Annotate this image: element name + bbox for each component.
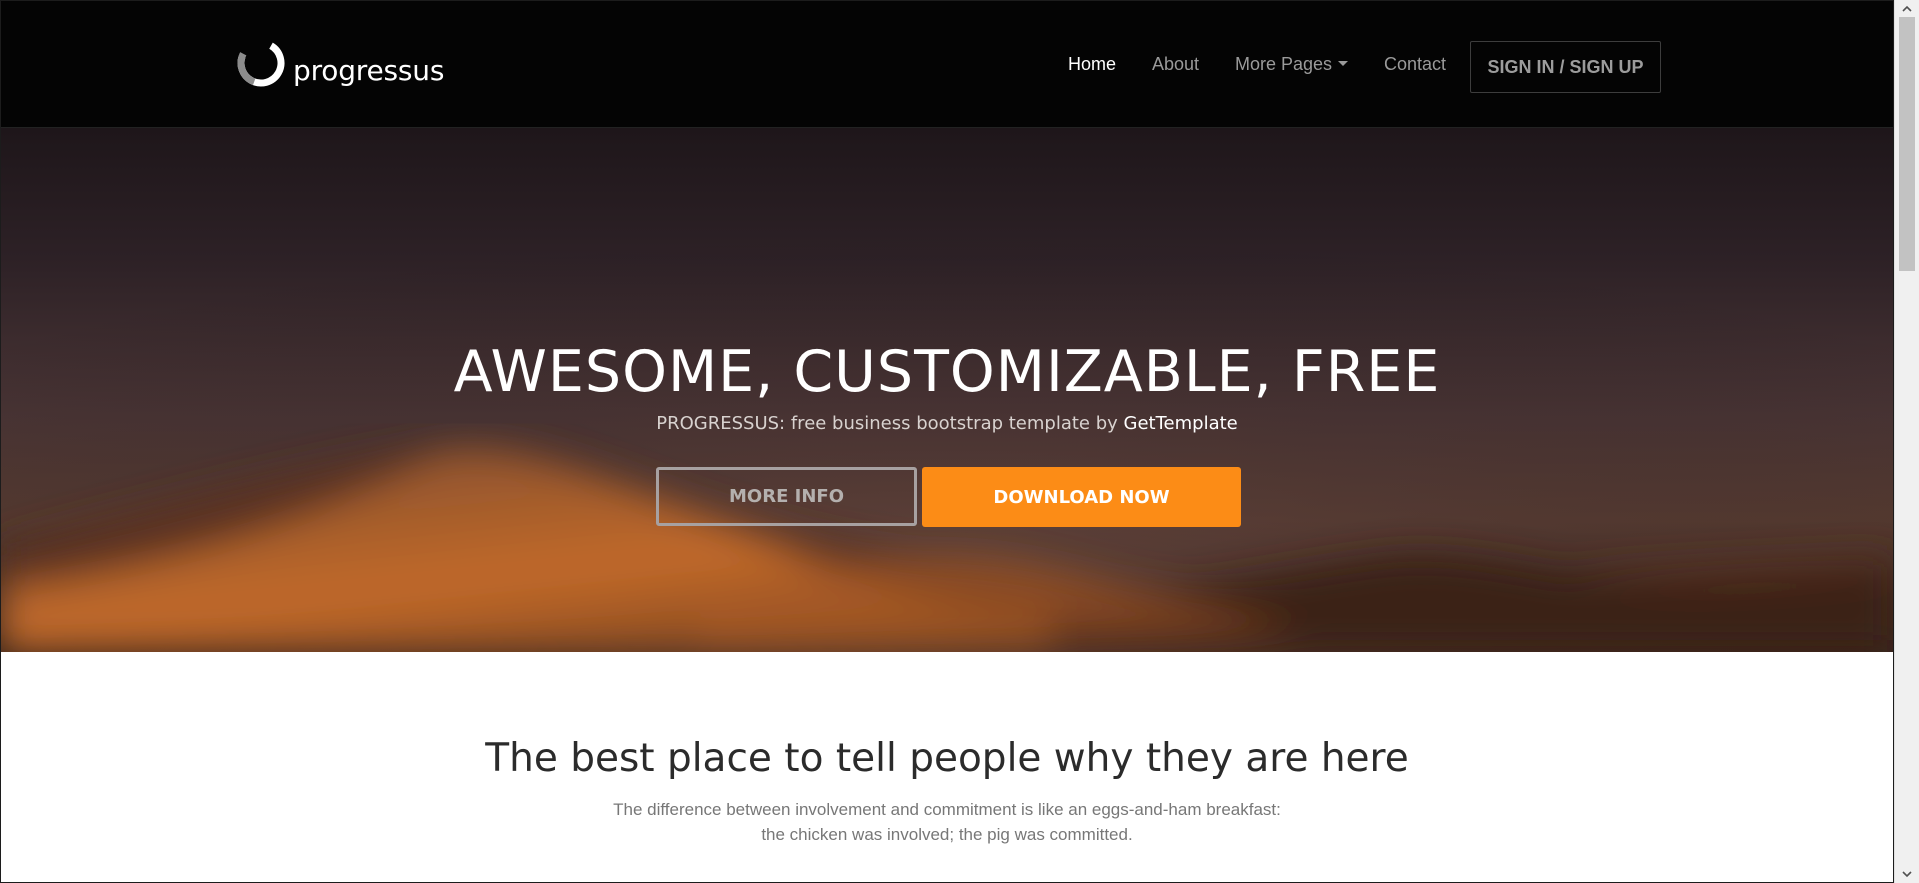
gettemplate-link[interactable]: GetTemplate (1124, 413, 1238, 434)
nav-item-more-pages[interactable]: More Pages (1235, 54, 1349, 75)
hero-subtitle: PROGRESSUS: free business bootstrap temp… (1, 413, 1893, 434)
more-info-button[interactable]: MORE INFO (656, 467, 917, 526)
intro-text-line-2: the chicken was involved; the pig was co… (761, 825, 1133, 844)
vertical-scrollbar[interactable] (1894, 0, 1919, 883)
nav-item-contact[interactable]: Contact (1384, 54, 1446, 75)
hero-section: AWESOME, CUSTOMIZABLE, FREE PROGRESSUS: … (1, 128, 1893, 652)
scrollbar-thumb[interactable] (1899, 17, 1915, 271)
nav-item-home[interactable]: Home (1068, 54, 1116, 75)
intro-text-line-1: The difference between involvement and c… (613, 800, 1281, 819)
hero-subtitle-text: PROGRESSUS: free business bootstrap temp… (656, 413, 1124, 434)
top-navbar: progressus Home About More Pages Contact… (1, 1, 1893, 128)
main-nav: Home About More Pages Contact SIGN IN / … (1, 1, 1893, 127)
hero-title: AWESOME, CUSTOMIZABLE, FREE (453, 339, 1441, 405)
chevron-down-icon[interactable] (1895, 866, 1919, 883)
nav-item-more-pages-label: More Pages (1235, 54, 1333, 74)
caret-down-icon (1338, 60, 1349, 66)
browser-page: progressus Home About More Pages Contact… (0, 0, 1894, 883)
chevron-up-icon[interactable] (1895, 0, 1919, 17)
intro-text: The difference between involvement and c… (1, 797, 1893, 847)
download-now-button[interactable]: DOWNLOAD NOW (922, 467, 1241, 527)
sign-in-sign-up-button[interactable]: SIGN IN / SIGN UP (1470, 41, 1661, 93)
intro-heading: The best place to tell people why they a… (485, 736, 1409, 781)
nav-item-about[interactable]: About (1152, 54, 1199, 75)
